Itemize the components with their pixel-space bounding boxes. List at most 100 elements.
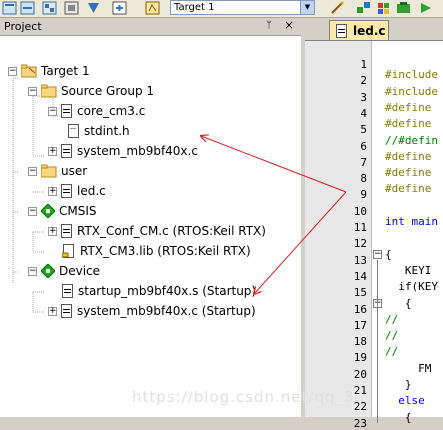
code-line: #include [385,68,438,82]
code-line: // [385,345,399,359]
fold-line [377,259,378,423]
collapse-icon[interactable]: − [28,266,37,276]
target-select[interactable]: Target 1 ▼ [170,0,315,15]
download-icon[interactable] [86,1,101,15]
tree-label: startup_mb9bf40x.s (Startup) [78,284,257,298]
code-line: } [385,378,412,391]
fold-toggle-icon[interactable]: − [373,249,382,259]
target-folder-icon [21,64,37,78]
tree-row-target[interactable]: − Target 1 [8,62,90,80]
tree-label: Device [59,264,101,278]
tree-row-device[interactable]: − Device [28,262,100,280]
code-line: { [385,296,412,310]
expand-icon[interactable]: + [48,226,57,236]
target-select-value: Target 1 [174,2,215,13]
code-line: int main [385,215,438,228]
tree-row-startup[interactable]: startup_mb9bf40x.s (Startup) [62,282,256,300]
expand-icon[interactable]: + [48,186,57,196]
load-icon[interactable] [112,1,127,15]
asm-file-icon [62,284,73,298]
code-line: FM [385,361,432,375]
code-line: //#defin [385,133,438,147]
line-number: 18 [353,335,367,349]
code-line: #include [385,84,438,98]
code-line: #define [385,149,432,163]
tree-label: RTX_Conf_CM.c (RTOS:Keil RTX) [77,224,266,238]
line-number: 23 [353,416,367,430]
line-number: 16 [353,302,367,316]
collapse-icon[interactable]: − [48,106,57,116]
line-number-gutter: 1 2 3 4 5 6 7 8 9 10 11 12 13 14 15 16 17 18 19 20 21 22 23 [305,41,372,430]
close-icon[interactable]: × [284,18,294,32]
code-line: { [385,410,412,424]
tree-row-rtx-lib[interactable]: RTX_CM3.lib (RTOS:Keil RTX) [62,242,251,260]
library-file-icon [62,244,74,258]
line-number: 7 [360,155,367,169]
line-number: 2 [360,74,367,88]
code-line: // [385,329,399,343]
collapse-icon[interactable]: − [28,206,37,216]
tree-row-system-startup[interactable]: + system_mb9bf40x.c (Startup) [48,302,256,320]
c-file-icon [61,144,72,158]
c-file-icon [336,23,347,38]
collapse-icon[interactable]: − [28,166,37,176]
rebuild-icon[interactable] [20,1,35,15]
toolbar: Target 1 ▼ [0,0,443,18]
line-number: 14 [353,269,367,283]
target-options-icon[interactable] [145,1,160,15]
folder-open-icon [41,84,57,98]
build-icon[interactable] [2,1,17,15]
collapse-icon[interactable]: − [28,86,37,96]
expand-icon[interactable]: + [48,146,57,156]
panel-header: Project ᛘ × [0,18,301,36]
batch-build-icon[interactable] [42,1,57,15]
line-number: 15 [353,286,367,300]
pack-installer-icon[interactable] [396,1,411,15]
c-file-icon [61,224,72,238]
line-number: 11 [353,221,367,234]
tree-row-stdint[interactable]: stdint.h [68,122,130,140]
tree-row-cmsis[interactable]: − CMSIS [28,202,97,220]
line-number: 8 [360,172,367,186]
chevron-down-icon[interactable]: ▼ [300,1,314,14]
expand-icon[interactable]: + [48,306,57,316]
header-file-icon [68,124,79,138]
manage-components-icon[interactable] [356,1,371,15]
run-icon[interactable] [418,1,433,15]
code-line: KEYI [385,263,432,277]
tree-row-user[interactable]: − user [28,162,87,180]
tree-row-system-mb9bf40x[interactable]: + system_mb9bf40x.c [48,142,198,160]
tree-row-led[interactable]: + led.c [48,182,106,200]
tree-label: led.c [77,184,106,198]
code-line: // [385,312,399,326]
pin-icon[interactable]: ᛘ [266,20,272,31]
line-number: 6 [360,139,367,153]
line-number: 10 [353,204,367,218]
code-line: #define [385,166,432,180]
select-packs-icon[interactable] [376,1,391,15]
line-number: 19 [353,351,367,365]
tree-row-source-group[interactable]: − Source Group 1 [28,82,154,100]
folder-open-icon [41,164,57,178]
component-diamond-icon [41,204,55,218]
line-number: 9 [360,188,367,202]
line-number: 4 [360,106,367,120]
tree-label: system_mb9bf40x.c (Startup) [77,304,256,318]
tab-led-c[interactable]: led.c [329,20,389,40]
panel-title: Project [4,20,42,33]
editor-panel: led.c 1 2 3 4 5 6 7 8 9 10 11 12 13 14 15 16 17 18 19 20 21 2… [305,18,443,430]
tab-label: led.c [353,23,386,38]
options-wand-icon[interactable] [330,1,345,15]
line-number: 5 [360,123,367,137]
code-line: if(KEY [385,280,438,294]
line-number: 13 [353,253,367,267]
c-file-icon [61,304,72,318]
tree-row-core-cm3[interactable]: − core_cm3.c [48,102,145,120]
tree-label: Source Group 1 [61,84,155,98]
watermark: https://blog.csdn.net/qq_3... [132,388,372,406]
tree-row-rtx-conf[interactable]: + RTX_Conf_CM.c (RTOS:Keil RTX) [48,222,266,240]
stop-build-icon[interactable] [64,1,79,15]
component-diamond-icon [41,264,55,278]
tree-label: Target 1 [41,64,90,78]
collapse-icon[interactable]: − [8,66,17,76]
